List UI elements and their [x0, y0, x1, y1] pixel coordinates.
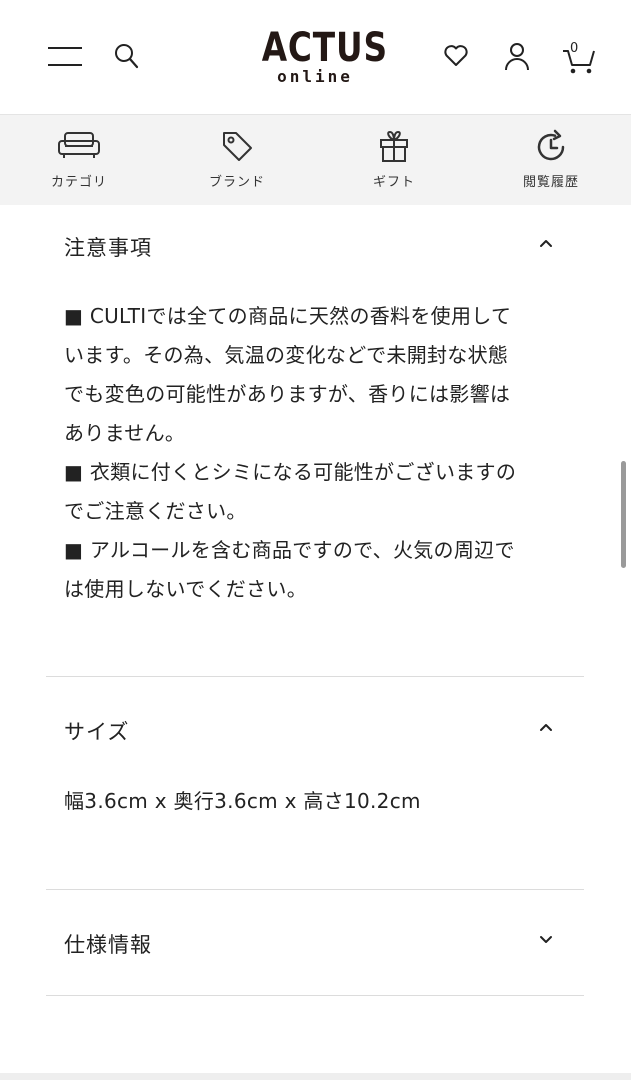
chevron-up-icon	[536, 235, 556, 254]
gift-icon	[334, 129, 454, 165]
notes-line: ■ アルコールを含む商品ですので、火気の周辺で	[64, 538, 515, 562]
divider	[46, 676, 584, 677]
actus-logo[interactable]: ACTUS online	[250, 25, 388, 86]
chevron-down-icon	[536, 932, 556, 951]
accordion-header-size[interactable]: サイズ	[46, 699, 584, 759]
nav-item-brand[interactable]: ブランド	[177, 115, 297, 205]
notes-line: は使用しないでください。	[64, 577, 307, 601]
menu-icon[interactable]	[48, 47, 82, 67]
accordion-header-specs[interactable]: 仕様情報	[46, 912, 584, 972]
notes-line: ありません。	[64, 421, 186, 445]
history-icon	[491, 129, 611, 165]
notes-line: ■ CULTIでは全ての商品に天然の香料を使用して	[64, 304, 512, 328]
search-icon[interactable]	[114, 43, 140, 71]
notes-line: います。その為、気温の変化などで未開封な状態	[64, 343, 509, 367]
heart-icon[interactable]	[443, 44, 469, 68]
scrollbar-thumb[interactable]	[621, 461, 626, 568]
user-icon[interactable]	[504, 42, 530, 72]
nav-item-history[interactable]: 閲覧履歴	[491, 115, 611, 205]
size-text: 幅3.6cm x 奥行3.6cm x 高さ10.2cm	[64, 789, 421, 813]
nav-item-label: ギフト	[372, 175, 415, 190]
accordion-title: 注意事項	[64, 236, 152, 260]
site-header: ACTUS online 0	[0, 0, 631, 115]
cart-count-badge: 0	[570, 41, 579, 56]
chevron-up-icon	[536, 719, 556, 738]
sofa-icon	[19, 129, 139, 165]
accordion-title: サイズ	[64, 720, 130, 744]
bottom-strip	[0, 1073, 631, 1080]
category-nav: カテゴリ ブランド ギフト 閲覧履歴	[0, 115, 631, 205]
divider	[46, 889, 584, 890]
tag-icon	[177, 129, 297, 165]
accordion-body-notes: ■ CULTIでは全ての商品に天然の香料を使用して います。その為、気温の変化な…	[64, 297, 574, 609]
accordion-header-notes[interactable]: 注意事項	[46, 215, 584, 275]
notes-line: でも変色の可能性がありますが、香りには影響は	[64, 382, 511, 406]
accordion-title: 仕様情報	[64, 933, 152, 957]
nav-item-label: カテゴリ	[50, 175, 107, 190]
cart-icon[interactable]	[560, 46, 598, 76]
logo-main-text: ACTUS	[261, 25, 388, 71]
notes-line: ■ 衣類に付くとシミになる可能性がございますの	[64, 460, 517, 484]
nav-item-label: ブランド	[208, 175, 265, 190]
accordion-body-size: 幅3.6cm x 奥行3.6cm x 高さ10.2cm	[64, 782, 574, 821]
nav-item-gift[interactable]: ギフト	[334, 115, 454, 205]
notes-line: でご注意ください。	[64, 499, 247, 523]
divider	[46, 995, 584, 996]
nav-item-label: 閲覧履歴	[522, 175, 579, 190]
nav-item-category[interactable]: カテゴリ	[19, 115, 139, 205]
